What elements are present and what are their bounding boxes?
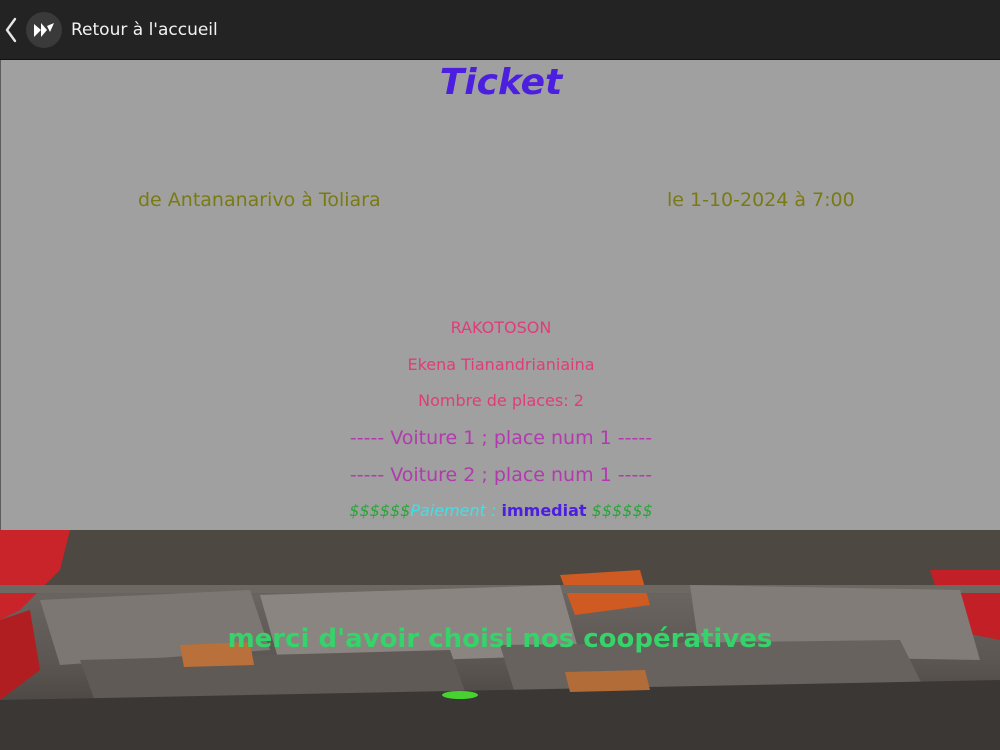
ticket-title: Ticket: [439, 62, 563, 103]
ticket-panel: Ticket de Antananarivo à Toliara le 1-10…: [0, 60, 1000, 530]
payment-label: Paiement :: [410, 501, 502, 520]
seat-line-1: ----- Voiture 1 ; place num 1 -----: [349, 427, 653, 449]
places-count: Nombre de places: 2: [418, 391, 584, 410]
payment-value: immediat: [501, 501, 587, 520]
thank-you-message: merci d'avoir choisi nos coopératives: [227, 624, 773, 654]
app-logo-icon[interactable]: [26, 12, 62, 48]
back-to-home-link[interactable]: Retour à l'accueil: [71, 19, 218, 41]
top-bar: Retour à l'accueil: [0, 0, 1000, 60]
car-interior-photo: merci d'avoir choisi nos coopératives: [0, 530, 1000, 750]
payment-line: $$$$$$Paiement : immediat $$$$$$: [1, 501, 1000, 521]
seat-line-2: ----- Voiture 2 ; place num 1 -----: [349, 464, 653, 486]
payment-suffix: $$$$$$: [586, 501, 653, 520]
payment-prefix: $$$$$$: [349, 501, 411, 520]
departure-datetime: le 1-10-2024 à 7:00: [667, 189, 855, 211]
chevron-left-icon[interactable]: [4, 16, 18, 44]
passenger-first-name: Ekena Tianandrianiaina: [407, 355, 595, 374]
route-text: de Antananarivo à Toliara: [138, 189, 381, 211]
passenger-last-name: RAKOTOSON: [450, 318, 552, 337]
